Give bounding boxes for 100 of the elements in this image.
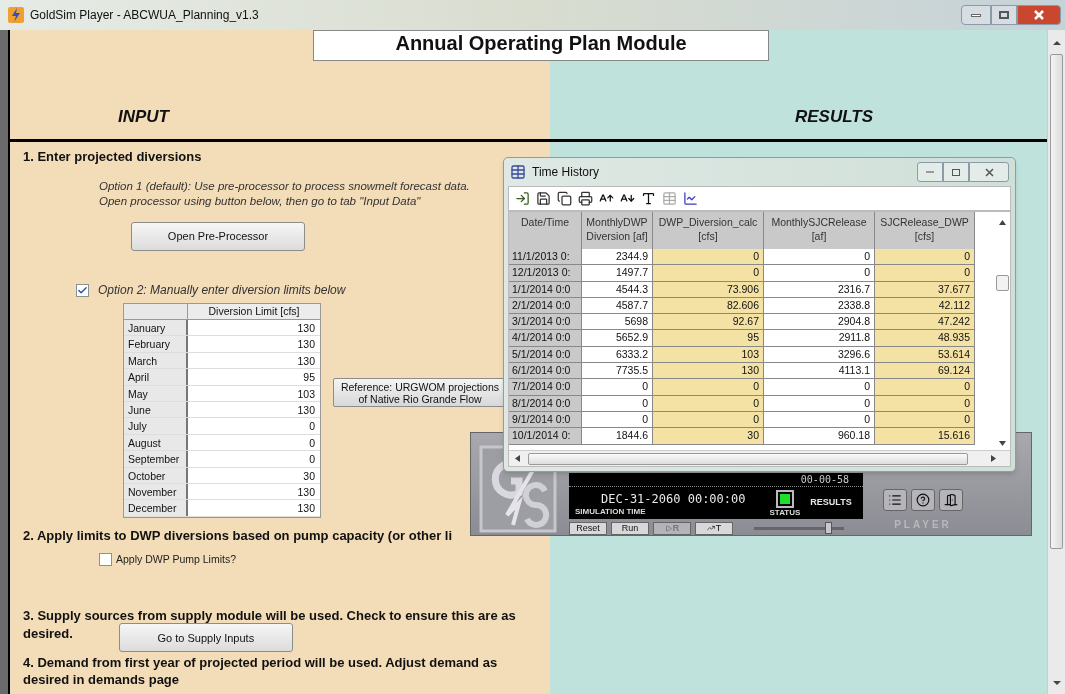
table-cell[interactable]: 130: [188, 352, 320, 369]
table-cell[interactable]: 130: [188, 500, 320, 516]
player-button[interactable]: Reset: [569, 521, 607, 535]
app-icon: [8, 7, 24, 23]
scroll-right-icon[interactable]: [991, 455, 996, 462]
column-header: DWP_Diversion_calc [cfs]: [653, 212, 764, 249]
chart-icon[interactable]: [683, 191, 698, 206]
table-cell[interactable]: 0: [188, 418, 320, 434]
door-icon: [944, 493, 958, 507]
table-cell: 53.614: [875, 346, 975, 364]
export-icon[interactable]: [515, 191, 530, 206]
row-header: 7/1/2014 0:0: [509, 379, 582, 396]
row-header: 10/1/2014 0:: [509, 428, 582, 445]
scroll-up-icon[interactable]: [998, 220, 1006, 225]
scroll-up-icon[interactable]: [1052, 40, 1061, 46]
table-cell: 69.124: [875, 363, 975, 380]
table-cell: 0: [875, 411, 975, 429]
table-cell[interactable]: 0: [188, 451, 320, 467]
step-heading: 3. Supply sources from supply module will be used. Check to ensure this are as: [23, 607, 517, 626]
row-header: April: [124, 369, 188, 385]
player-button[interactable]: T: [695, 521, 733, 535]
option-label: Option 2: Manually enter diversion limits below: [98, 282, 346, 299]
table-cell[interactable]: 95: [188, 369, 320, 385]
table-cell: 48.935: [875, 330, 975, 347]
row-header: 6/1/2014 0:0: [509, 363, 582, 380]
window-title: Time History: [532, 164, 599, 181]
results-heading: RESULTS: [795, 105, 874, 128]
option-checkbox[interactable]: [76, 283, 89, 297]
table-cell: 0: [875, 249, 975, 266]
table-cell[interactable]: 0: [188, 434, 320, 451]
input-heading: INPUT: [118, 105, 169, 128]
column-header: Date/Time: [509, 212, 582, 249]
trend-icon: [706, 524, 715, 532]
table-cell[interactable]: 30: [188, 467, 320, 483]
scroll-down-icon[interactable]: [998, 441, 1006, 446]
print-icon[interactable]: [578, 191, 593, 206]
help-button[interactable]: [911, 489, 935, 511]
table-cell[interactable]: 130: [188, 320, 320, 336]
list-button[interactable]: [883, 489, 907, 511]
help-icon: [916, 493, 930, 507]
table-cell: 37.677: [875, 281, 975, 298]
close-icon: [1034, 10, 1044, 20]
step-heading: desired.: [23, 625, 73, 644]
window-title: GoldSim Player - ABCWUA_Planning_v1.3: [30, 7, 259, 24]
player-button[interactable]: Run: [611, 521, 649, 535]
row-header: July: [124, 418, 188, 434]
horizontal-scrollbar[interactable]: [509, 450, 1010, 466]
table-cell[interactable]: 130: [188, 401, 320, 418]
checkbox-label: Apply DWP Pump Limits?: [116, 551, 236, 567]
slider-thumb[interactable]: [824, 522, 832, 534]
supply-inputs-button[interactable]: Go to Supply Inputs: [118, 623, 293, 653]
option-description: Option 1 (default): Use pre-processor to process snowmelt forecast data. Open processor using button below, then go to tab "Input Data": [99, 179, 471, 209]
row-header: 3/1/2014 0:0: [509, 314, 582, 331]
table-cell: 0: [875, 395, 975, 412]
row-header: 11/1/2013 0:: [509, 249, 582, 266]
row-header: December: [124, 500, 188, 516]
minimize-button[interactable]: [961, 5, 991, 25]
speed-slider[interactable]: [751, 521, 847, 535]
table-cell: 0: [875, 265, 975, 282]
status-label: STATUS: [769, 507, 801, 517]
table-cell: 47.242: [875, 314, 975, 331]
status-indicator: [775, 489, 794, 508]
table-cell[interactable]: 130: [188, 483, 320, 500]
status-text: RESULTS: [810, 496, 852, 510]
scroll-thumb[interactable]: [995, 275, 1009, 291]
close-button[interactable]: [969, 162, 1009, 182]
scroll-down-icon[interactable]: [1052, 680, 1061, 686]
close-icon: [984, 167, 994, 177]
open-preprocessor-button[interactable]: Open Pre-Processor: [131, 222, 305, 251]
close-button[interactable]: [1017, 5, 1061, 25]
exit-button[interactable]: [939, 489, 963, 511]
scroll-thumb[interactable]: [528, 452, 968, 465]
vertical-scrollbar[interactable]: [1047, 30, 1065, 694]
table-cell: 0: [875, 379, 975, 396]
table-cell[interactable]: 103: [188, 385, 320, 401]
scroll-thumb[interactable]: [1050, 54, 1063, 549]
scroll-left-icon[interactable]: [515, 455, 520, 462]
column-header: Diversion Limit [cfs]: [188, 304, 320, 320]
pump-limits-checkbox[interactable]: [99, 553, 112, 567]
elapsed-time: 00-00-58: [800, 473, 849, 486]
module-title: Annual Operating Plan Module: [313, 30, 769, 61]
play-icon: [664, 524, 672, 532]
column-header: MonthlyDWP Diversion [af]: [582, 212, 653, 249]
step-heading: 2. Apply limits to DWP diversions based on pump capacity (or other li: [23, 527, 454, 544]
table-icon: [510, 164, 526, 180]
step-heading: 1. Enter projected diversions: [23, 149, 203, 165]
maximize-button[interactable]: [991, 5, 1017, 25]
column-header: SJCRelease_DWP [cfs]: [875, 212, 975, 249]
step-heading: 4. Demand from first year of projected period will be used. Adjust demand as desired in demands page: [23, 654, 499, 689]
simulation-time-label: SIMULATION TIME: [575, 506, 647, 516]
column-header: MonthlySJCRelease [af]: [764, 212, 875, 249]
maximize-button[interactable]: [943, 162, 969, 182]
font-icon[interactable]: [641, 191, 656, 206]
row-header: 4/1/2014 0:0: [509, 330, 582, 347]
save-icon[interactable]: [536, 191, 551, 206]
table-cell: 42.112: [875, 297, 975, 315]
table-cell: 15.616: [875, 428, 975, 445]
row-header: 12/1/2013 0:: [509, 265, 582, 282]
copy-icon[interactable]: [557, 191, 572, 206]
table-cell[interactable]: 130: [188, 336, 320, 352]
